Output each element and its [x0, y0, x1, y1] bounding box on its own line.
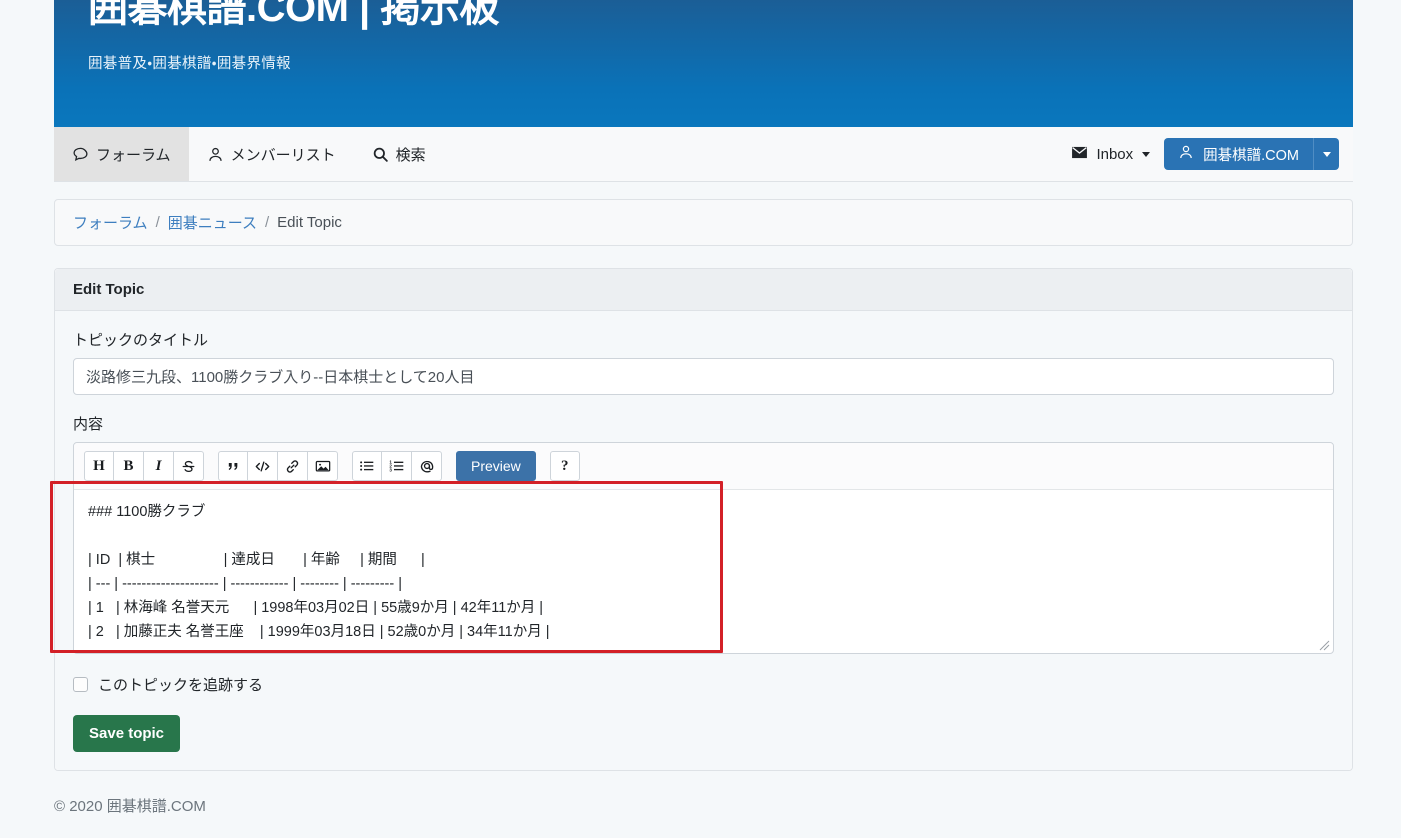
envelope-icon	[1071, 146, 1088, 163]
nav-item-memberlist[interactable]: メンバーリスト	[189, 127, 354, 181]
page-root: 囲碁棋譜.COM | 掲示板 囲碁普及・囲碁棋譜・囲碁界情報 フォーラム メンバ…	[0, 0, 1401, 838]
content-field-group: 内容 H B I 1 2 3 Preview ? ### 1100勝クラブ | …	[73, 413, 1334, 654]
preview-button[interactable]: Preview	[456, 451, 536, 481]
title-field-group: トピックのタイトル	[73, 329, 1334, 395]
site-subtitle: 囲碁普及・囲碁棋譜・囲碁界情報	[88, 56, 291, 72]
heading-icon[interactable]: H	[84, 451, 114, 481]
chevron-down-icon	[1323, 151, 1331, 157]
nav-item-label: メンバーリスト	[230, 146, 336, 164]
navbar-left-group: フォーラム メンバーリスト 検索	[54, 127, 444, 181]
nav-item-forum[interactable]: フォーラム	[54, 127, 189, 181]
topic-title-input[interactable]	[73, 358, 1334, 395]
editor-toolbar: H B I 1 2 3 Preview ?	[74, 443, 1333, 490]
inbox-label: Inbox	[1096, 145, 1134, 163]
content-textarea[interactable]	[74, 490, 1333, 648]
edit-topic-card: Edit Topic トピックのタイトル 内容 H B I	[54, 268, 1353, 771]
title-label: トピックのタイトル	[73, 332, 209, 349]
svg-text:3: 3	[389, 467, 392, 472]
user-menu-toggle[interactable]	[1313, 138, 1339, 170]
user-menu-button[interactable]: 囲碁棋譜.COM	[1164, 138, 1313, 170]
follow-topic-checkbox[interactable]	[73, 677, 88, 692]
markdown-editor: H B I 1 2 3 Preview ? ### 1100勝クラブ | ID …	[73, 442, 1334, 654]
chevron-down-icon	[1142, 151, 1151, 157]
unordered-list-icon[interactable]	[352, 451, 382, 481]
toolbar-group-list: 1 2 3	[352, 451, 442, 481]
site-title: 囲碁棋譜.COM | 掲示板	[88, 0, 499, 30]
content-textarea-wrap	[74, 490, 1333, 653]
code-icon[interactable]	[248, 451, 278, 481]
nav-item-search[interactable]: 検索	[354, 127, 444, 181]
breadcrumb-separator: /	[155, 214, 160, 231]
toolbar-group-text: H B I	[84, 451, 204, 481]
nav-item-label: 検索	[395, 146, 426, 164]
site-footer: © 2020 囲碁棋譜.COM	[54, 798, 206, 815]
nav-item-label: フォーラム	[96, 146, 171, 164]
content-label: 内容	[73, 416, 104, 433]
bold-icon[interactable]: B	[114, 451, 144, 481]
main-navbar: フォーラム メンバーリスト 検索 Inbox 囲碁棋譜.COM	[54, 127, 1353, 182]
card-title: Edit Topic	[55, 269, 1352, 311]
help-icon[interactable]: ?	[549, 451, 580, 481]
user-icon	[1178, 144, 1194, 164]
inbox-dropdown[interactable]: Inbox	[1071, 145, 1151, 163]
link-icon[interactable]	[278, 451, 308, 481]
breadcrumb-item-current: Edit Topic	[277, 214, 342, 231]
toolbar-group-insert	[218, 451, 338, 481]
user-icon	[207, 146, 224, 163]
strikethrough-icon[interactable]	[174, 451, 204, 481]
navbar-right-group: Inbox 囲碁棋譜.COM	[1071, 127, 1353, 181]
image-icon[interactable]	[308, 451, 338, 481]
search-icon	[372, 146, 389, 163]
breadcrumb-item-forum[interactable]: フォーラム	[73, 212, 148, 233]
page-container: 囲碁棋譜.COM | 掲示板 囲碁普及・囲碁棋譜・囲碁界情報 フォーラム メンバ…	[54, 0, 1353, 816]
site-masthead: 囲碁棋譜.COM | 掲示板 囲碁普及・囲碁棋譜・囲碁界情報	[54, 0, 1353, 127]
user-menu-label: 囲碁棋譜.COM	[1203, 147, 1299, 164]
breadcrumb-item-category[interactable]: 囲碁ニュース	[168, 212, 257, 233]
follow-topic-row: このトピックを追跡する	[73, 674, 1334, 695]
edit-topic-form: トピックのタイトル 内容 H B I	[55, 311, 1352, 770]
save-topic-button[interactable]: Save topic	[73, 715, 181, 752]
comment-icon	[72, 146, 89, 163]
ordered-list-icon[interactable]: 1 2 3	[382, 451, 412, 481]
quote-icon[interactable]	[218, 451, 248, 481]
mention-icon[interactable]	[412, 451, 442, 481]
follow-topic-label[interactable]: このトピックを追跡する	[98, 674, 263, 695]
italic-icon[interactable]: I	[144, 451, 174, 481]
breadcrumb-separator: /	[265, 214, 270, 231]
breadcrumb: フォーラム / 囲碁ニュース / Edit Topic	[54, 199, 1353, 246]
user-menu-group: 囲碁棋譜.COM	[1164, 138, 1339, 170]
